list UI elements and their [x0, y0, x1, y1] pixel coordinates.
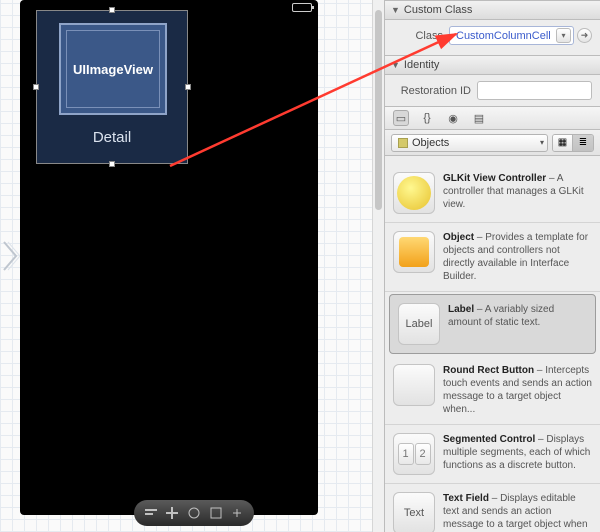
disclosure-triangle-icon: ▼ — [391, 60, 400, 70]
resize-handle-left[interactable] — [33, 84, 39, 90]
restoration-id-label: Restoration ID — [393, 85, 471, 97]
align-icon[interactable] — [144, 506, 158, 520]
library-filter-combo[interactable]: Objects ▾ — [391, 134, 548, 152]
object-library[interactable]: GLKit View Controller – A controller tha… — [385, 164, 600, 532]
uiimageview[interactable]: UIImageView — [59, 23, 167, 115]
inspector-panel: ▼ Custom Class Class CustomColumnCell ▾ … — [384, 0, 600, 532]
library-item-glkit[interactable]: GLKit View Controller – A controller tha… — [385, 164, 600, 223]
resize-handle-top[interactable] — [109, 7, 115, 13]
library-item-object[interactable]: Object – Provides a template for objects… — [385, 223, 600, 292]
section-identity[interactable]: ▼ Identity — [385, 55, 600, 75]
code-snippet-tab-icon[interactable]: {} — [419, 110, 435, 126]
library-tabbar: ▭ {} ◉ ▤ — [385, 106, 600, 130]
expand-document-outline-button[interactable] — [2, 240, 20, 272]
library-filter-bar: Objects ▾ ▦ ≣ — [385, 130, 600, 156]
jump-to-class-button[interactable]: ➜ — [577, 28, 592, 43]
resolve-icon[interactable] — [187, 506, 201, 520]
chevron-updown-icon: ▾ — [540, 138, 544, 147]
button-thumb-icon — [393, 364, 435, 406]
zoom-icon[interactable] — [230, 506, 244, 520]
canvas-area[interactable]: UIImageView Detail — [0, 0, 384, 532]
file-template-tab-icon[interactable]: ▭ — [393, 110, 409, 126]
segmented-thumb-icon: 12 — [393, 433, 435, 475]
canvas-toolbar — [134, 500, 254, 526]
section-custom-class[interactable]: ▼ Custom Class — [385, 0, 600, 20]
library-item-button[interactable]: Round Rect Button – Intercepts touch eve… — [385, 356, 600, 425]
grid-view-button[interactable]: ▦ — [553, 135, 573, 151]
device-frame: UIImageView Detail — [20, 0, 318, 515]
label-thumb-icon: Label — [398, 303, 440, 345]
library-item-textfield[interactable]: Text Text Field – Displays editable text… — [385, 484, 600, 532]
filter-label: Objects — [412, 137, 449, 149]
resize-icon[interactable] — [209, 506, 223, 520]
disclosure-triangle-icon: ▼ — [391, 5, 400, 15]
list-view-button[interactable]: ≣ — [573, 135, 593, 151]
restoration-id-input[interactable] — [477, 81, 592, 100]
library-item-segmented[interactable]: 12 Segmented Control – Displays multiple… — [385, 425, 600, 484]
battery-icon — [292, 3, 312, 12]
class-value: CustomColumnCell — [456, 30, 551, 42]
resize-handle-right[interactable] — [185, 84, 191, 90]
canvas-vertical-scrollbar[interactable] — [372, 0, 384, 532]
cube-icon — [398, 138, 408, 148]
library-item-label[interactable]: Label Label – A variably sized amount of… — [389, 294, 596, 354]
class-label: Class — [393, 30, 443, 42]
section-title: Custom Class — [404, 4, 472, 16]
resize-handle-bottom[interactable] — [109, 161, 115, 167]
glkit-thumb-icon — [393, 172, 435, 214]
object-thumb-icon — [393, 231, 435, 273]
class-combobox[interactable]: CustomColumnCell ▾ — [449, 26, 574, 45]
detail-label[interactable]: Detail — [37, 129, 187, 146]
dropdown-arrow-icon[interactable]: ▾ — [556, 28, 571, 43]
section-title: Identity — [404, 59, 439, 71]
media-tab-icon[interactable]: ▤ — [471, 110, 487, 126]
textfield-thumb-icon: Text — [393, 492, 435, 532]
pin-icon[interactable] — [165, 506, 179, 520]
uiimageview-label: UIImageView — [73, 62, 153, 77]
collection-cell[interactable]: UIImageView Detail — [36, 10, 188, 164]
library-view-mode: ▦ ≣ — [552, 134, 594, 152]
object-tab-icon[interactable]: ◉ — [445, 110, 461, 126]
